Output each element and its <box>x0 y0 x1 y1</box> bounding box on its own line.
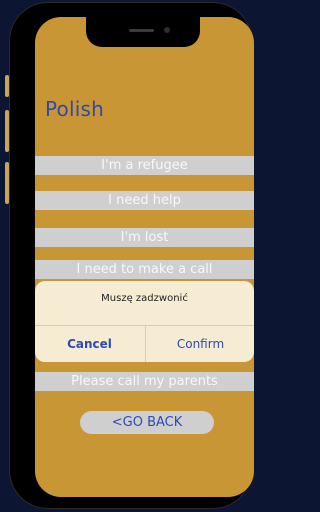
speaker-grille <box>129 29 154 32</box>
go-back-button[interactable]: <GO BACK <box>80 411 214 434</box>
language-title: Polish <box>45 97 104 121</box>
phrase-button-need-help[interactable]: I need help <box>35 191 254 210</box>
dialog-message: Muszę zadzwonić <box>101 293 188 304</box>
phone-frame: Polish I'm a refugee I need help I'm los… <box>10 3 254 508</box>
confirm-dialog: Muszę zadzwonić Cancel Confirm <box>35 281 254 362</box>
app-screen: Polish I'm a refugee I need help I'm los… <box>35 17 254 497</box>
phrase-button-lost[interactable]: I'm lost <box>35 228 254 247</box>
cancel-button[interactable]: Cancel <box>35 326 144 362</box>
phrase-button-make-call[interactable]: I need to make a call <box>35 260 254 279</box>
mute-switch <box>5 75 9 97</box>
notch <box>86 17 200 47</box>
phrase-button-call-parents[interactable]: Please call my parents <box>35 372 254 391</box>
volume-up-button <box>5 110 9 152</box>
page: Polish I'm a refugee I need help I'm los… <box>0 0 254 512</box>
confirm-button[interactable]: Confirm <box>146 326 254 362</box>
volume-down-button <box>5 162 9 204</box>
phrase-button-refugee[interactable]: I'm a refugee <box>35 156 254 175</box>
front-camera <box>164 27 170 33</box>
